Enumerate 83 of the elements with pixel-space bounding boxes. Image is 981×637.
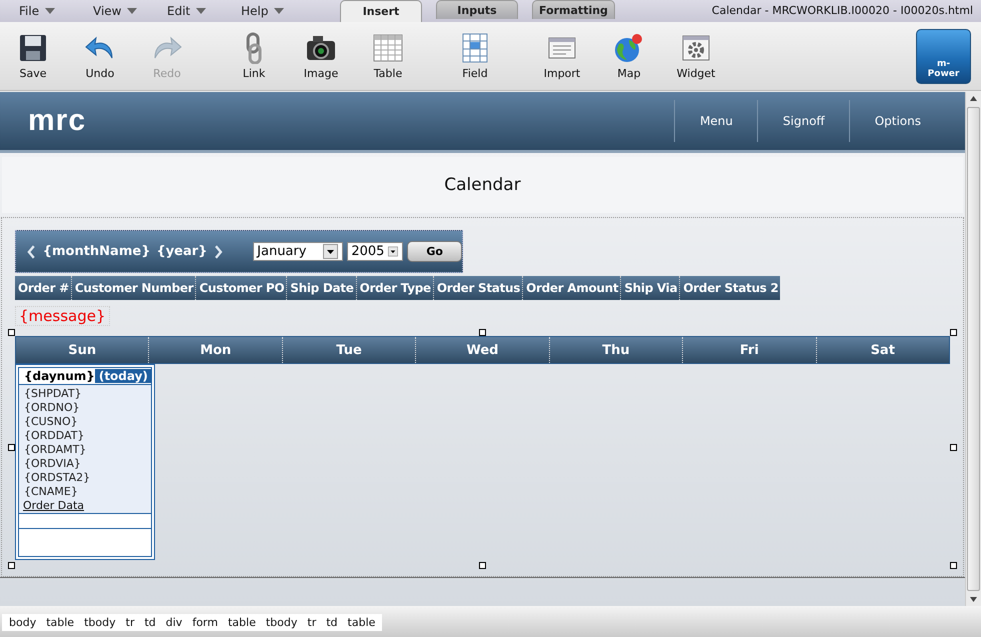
column-header: Ship Via xyxy=(620,276,680,300)
data-field[interactable]: {SHPDAT} xyxy=(24,387,146,401)
resize-handle[interactable] xyxy=(8,329,15,336)
page-title: Calendar xyxy=(444,175,521,195)
menu-item[interactable]: View xyxy=(74,4,148,18)
scrollbar[interactable] xyxy=(965,92,981,606)
menu-item[interactable]: Help xyxy=(222,4,296,18)
caret-icon xyxy=(45,8,56,14)
save-icon xyxy=(17,32,49,64)
scroll-down-arrow-icon[interactable] xyxy=(970,597,977,602)
path-element[interactable]: tr xyxy=(302,616,322,628)
resize-handle[interactable] xyxy=(8,562,15,569)
toolbar-button[interactable]: Widget xyxy=(671,32,721,80)
toolbar-button[interactable]: Image xyxy=(296,32,346,80)
column-header: Ship Date xyxy=(286,276,356,300)
window-title: Calendar - MRCWORKLIB.I00020 - I00020s.html xyxy=(712,4,973,17)
column-header: Order Type xyxy=(356,276,433,300)
dropdown[interactable]: 2005 xyxy=(347,242,404,261)
weekday-header: Mon xyxy=(148,337,282,363)
path-element[interactable]: tbody xyxy=(260,616,302,628)
path-element[interactable]: table xyxy=(222,616,261,628)
scroll-up-arrow-icon[interactable] xyxy=(970,96,977,101)
year-field[interactable]: {year} xyxy=(156,244,208,259)
resize-handle[interactable] xyxy=(479,562,486,569)
menu-item[interactable]: File xyxy=(0,4,74,18)
tab[interactable]: Insert xyxy=(340,0,422,22)
caret-icon xyxy=(196,8,206,14)
month-field[interactable]: {monthName} xyxy=(42,244,150,259)
path-element[interactable]: table xyxy=(342,616,380,628)
column-header: Order Status 2 xyxy=(679,276,780,300)
column-header: Customer PO xyxy=(195,276,286,300)
dropdown[interactable]: January xyxy=(253,242,344,261)
data-field[interactable]: {ORDAMT} xyxy=(24,443,146,457)
nav-link[interactable]: Signoff xyxy=(756,100,849,142)
toolbar-button[interactable]: Table xyxy=(363,32,413,80)
weekday-header: Wed xyxy=(415,337,549,363)
path-element[interactable]: tbody xyxy=(79,616,121,628)
table-grid-icon xyxy=(372,32,404,64)
data-field[interactable]: {ORDSTA2} xyxy=(24,471,146,485)
menu-item[interactable]: Edit xyxy=(148,4,222,18)
tab[interactable]: Inputs xyxy=(436,0,518,19)
resize-handle[interactable] xyxy=(950,444,957,451)
data-field[interactable]: {ORDDAT} xyxy=(24,429,146,443)
path-element[interactable]: tr xyxy=(120,616,140,628)
toolbar-button[interactable]: Undo xyxy=(75,32,125,80)
resize-handle[interactable] xyxy=(8,444,15,451)
caret-icon xyxy=(274,8,284,14)
weekday-header: Sun xyxy=(67,342,98,360)
tab[interactable]: Formatting xyxy=(532,0,615,19)
toolbar-button[interactable]: Link xyxy=(229,32,279,80)
data-field[interactable]: {CUSNO} xyxy=(24,415,146,429)
globe-pin-icon xyxy=(613,32,645,64)
weekday-header: Thu xyxy=(548,337,682,363)
caret-icon xyxy=(127,8,138,14)
weekday-header: Tue xyxy=(282,337,416,363)
column-header: Customer Number xyxy=(70,276,196,300)
order-data-link[interactable]: Order Data xyxy=(23,499,146,512)
go-button[interactable]: Go xyxy=(407,241,462,262)
path-element[interactable]: form xyxy=(187,616,223,628)
message-field[interactable]: {message} xyxy=(15,306,110,326)
path-element[interactable]: td xyxy=(321,616,343,628)
column-header: Order # xyxy=(17,280,70,297)
site-logo: mrc xyxy=(28,104,86,138)
path-element[interactable]: table xyxy=(41,616,80,628)
path-element[interactable]: td xyxy=(139,616,161,628)
weekday-header: Fri xyxy=(682,337,816,363)
column-header: Order Status xyxy=(432,276,522,300)
logo-button[interactable]: m-Power xyxy=(916,28,971,84)
path-element[interactable]: body xyxy=(4,616,42,628)
weekday-header: Sat xyxy=(816,337,949,363)
data-field[interactable]: {ORDNO} xyxy=(24,401,146,415)
toolbar-button[interactable]: Map xyxy=(604,32,654,80)
toolbar-button[interactable]: Save xyxy=(8,32,58,80)
toolbar-button[interactable]: Field xyxy=(450,32,500,80)
nav-link[interactable]: Menu xyxy=(674,100,757,142)
toolbar-button[interactable]: Import xyxy=(537,32,587,80)
path-element[interactable]: div xyxy=(160,616,188,628)
data-field[interactable]: {ORDVIA} xyxy=(24,457,146,471)
column-header: Order Amount xyxy=(522,276,620,300)
resize-handle[interactable] xyxy=(479,329,486,336)
resize-handle[interactable] xyxy=(950,329,957,336)
resize-handle[interactable] xyxy=(950,562,957,569)
data-field[interactable]: {CNAME} xyxy=(24,485,146,499)
